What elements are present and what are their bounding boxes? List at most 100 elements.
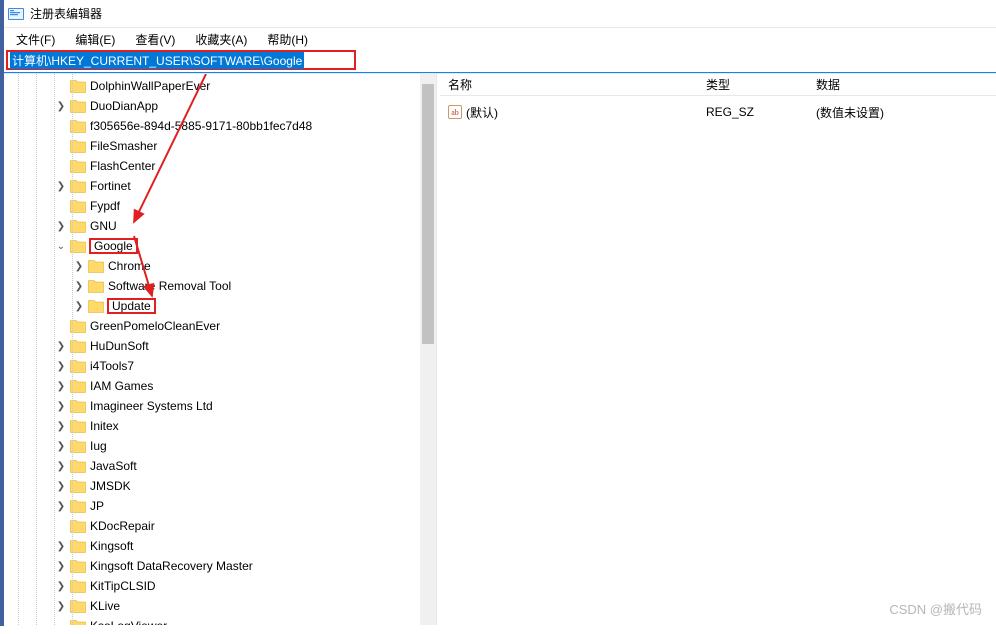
tree-item-label[interactable]: Iug <box>90 439 107 453</box>
tree-item[interactable]: ❯ Iug <box>10 436 420 456</box>
menu-edit[interactable]: 编辑(E) <box>67 29 123 50</box>
value-row[interactable]: ab(默认)REG_SZ(数值未设置) <box>448 102 988 122</box>
tree-item-label[interactable]: Chrome <box>108 259 151 273</box>
window-title: 注册表编辑器 <box>30 5 102 22</box>
tree-item-label[interactable]: Imagineer Systems Ltd <box>90 399 213 413</box>
folder-icon <box>70 179 86 193</box>
menu-favorites[interactable]: 收藏夹(A) <box>187 29 255 50</box>
tree-item[interactable]: FileSmasher <box>10 136 420 156</box>
tree-item[interactable]: f305656e-894d-5885-9171-80bb1fec7d48 <box>10 116 420 136</box>
scrollbar-thumb[interactable] <box>422 84 434 344</box>
expand-icon[interactable]: ❯ <box>54 441 68 452</box>
tree-item-label[interactable]: Kingsoft <box>90 539 133 553</box>
tree-item-label[interactable]: KsoLogViewer <box>90 619 167 625</box>
tree-item[interactable]: ❯ JavaSoft <box>10 456 420 476</box>
expand-icon[interactable]: ❯ <box>54 341 68 352</box>
tree-item[interactable]: ❯ Imagineer Systems Ltd <box>10 396 420 416</box>
folder-icon <box>70 79 86 93</box>
tree-item[interactable]: ❯ JMSDK <box>10 476 420 496</box>
tree-item-label[interactable]: KitTipCLSID <box>90 579 156 593</box>
expand-icon[interactable]: ❯ <box>54 101 68 112</box>
value-data: (数值未设置) <box>816 104 988 121</box>
expand-icon[interactable]: ❯ <box>72 301 86 312</box>
collapse-icon[interactable]: ⌄ <box>54 241 68 252</box>
expand-icon[interactable]: ❯ <box>54 581 68 592</box>
tree-item-label[interactable]: Initex <box>90 419 119 433</box>
tree-item-label[interactable]: FlashCenter <box>90 159 155 173</box>
tree-item-label[interactable]: DuoDianApp <box>90 99 158 113</box>
tree-item[interactable]: ❯ KLive <box>10 596 420 616</box>
expand-icon[interactable]: ❯ <box>54 601 68 612</box>
tree-item[interactable]: ❯ Chrome <box>10 256 420 276</box>
menu-view[interactable]: 查看(V) <box>127 29 183 50</box>
expand-icon[interactable]: ❯ <box>72 281 86 292</box>
column-name-header[interactable]: 名称 <box>448 76 706 93</box>
tree-item[interactable]: ❯ HuDunSoft <box>10 336 420 356</box>
expand-icon[interactable]: ❯ <box>54 481 68 492</box>
addressbar-path: 计算机\HKEY_CURRENT_USER\SOFTWARE\Google <box>10 52 304 69</box>
tree-item[interactable]: ❯ Initex <box>10 416 420 436</box>
addressbar[interactable]: 计算机\HKEY_CURRENT_USER\SOFTWARE\Google <box>6 50 356 70</box>
tree-item-label[interactable]: JP <box>90 499 104 513</box>
tree-item[interactable]: ❯ i4Tools7 <box>10 356 420 376</box>
tree-item-label[interactable]: Fypdf <box>90 199 120 213</box>
tree-item-label[interactable]: Fortinet <box>90 179 131 193</box>
expand-icon[interactable]: ❯ <box>54 221 68 232</box>
tree-item[interactable]: ❯ Update <box>10 296 420 316</box>
expand-icon[interactable]: ❯ <box>54 381 68 392</box>
tree-item-label[interactable]: FileSmasher <box>90 139 157 153</box>
folder-icon <box>70 439 86 453</box>
tree-item-label[interactable]: GNU <box>90 219 117 233</box>
tree-item-label[interactable]: KDocRepair <box>90 519 155 533</box>
tree-item[interactable]: ❯ GNU <box>10 216 420 236</box>
tree-item[interactable]: DolphinWallPaperEver <box>10 76 420 96</box>
tree-item-label[interactable]: f305656e-894d-5885-9171-80bb1fec7d48 <box>90 119 312 133</box>
tree-item-label[interactable]: Software Removal Tool <box>108 279 231 293</box>
expand-icon[interactable]: ❯ <box>54 401 68 412</box>
registry-tree[interactable]: DolphinWallPaperEver ❯ DuoDianApp f305656e-… <box>4 74 420 625</box>
tree-item-label[interactable]: JMSDK <box>90 479 131 493</box>
folder-icon <box>70 319 86 333</box>
tree-item[interactable]: ❯ Kingsoft DataRecovery Master <box>10 556 420 576</box>
column-type-header[interactable]: 类型 <box>706 76 816 93</box>
tree-item[interactable]: ❯ JP <box>10 496 420 516</box>
tree-item[interactable]: ❯ Kingsoft <box>10 536 420 556</box>
folder-icon <box>88 259 104 273</box>
expand-icon[interactable]: ❯ <box>72 261 86 272</box>
tree-item[interactable]: ⌄ Google <box>10 236 420 256</box>
menu-file[interactable]: 文件(F) <box>8 29 63 50</box>
tree-item-label[interactable]: JavaSoft <box>90 459 137 473</box>
tree-item[interactable]: ❯ IAM Games <box>10 376 420 396</box>
tree-item-label[interactable]: KLive <box>90 599 120 613</box>
expand-icon[interactable]: ❯ <box>54 361 68 372</box>
tree-item[interactable]: FlashCenter <box>10 156 420 176</box>
tree-item[interactable]: GreenPomeloCleanEver <box>10 316 420 336</box>
tree-item[interactable]: ❯ Fortinet <box>10 176 420 196</box>
tree-item-label[interactable]: Kingsoft DataRecovery Master <box>90 559 253 573</box>
tree-item[interactable]: ❯ DuoDianApp <box>10 96 420 116</box>
folder-icon <box>70 419 86 433</box>
tree-scrollbar[interactable] <box>420 74 436 625</box>
tree-item[interactable]: KsoLogViewer <box>10 616 420 625</box>
expand-icon[interactable]: ❯ <box>54 561 68 572</box>
tree-item[interactable]: ❯ Software Removal Tool <box>10 276 420 296</box>
column-data-header[interactable]: 数据 <box>816 76 988 93</box>
expand-icon[interactable]: ❯ <box>54 181 68 192</box>
menu-help[interactable]: 帮助(H) <box>259 29 316 50</box>
tree-item-label[interactable]: Update <box>108 299 155 313</box>
expand-icon[interactable]: ❯ <box>54 541 68 552</box>
values-list[interactable]: ab(默认)REG_SZ(数值未设置) <box>440 96 996 625</box>
expand-icon[interactable]: ❯ <box>54 461 68 472</box>
expand-icon[interactable]: ❯ <box>54 421 68 432</box>
tree-item-label[interactable]: HuDunSoft <box>90 339 149 353</box>
tree-item-label[interactable]: IAM Games <box>90 379 153 393</box>
tree-item-label[interactable]: GreenPomeloCleanEver <box>90 319 220 333</box>
tree-item[interactable]: ❯ KitTipCLSID <box>10 576 420 596</box>
tree-item-label[interactable]: DolphinWallPaperEver <box>90 79 210 93</box>
tree-item-label[interactable]: Google <box>90 239 137 253</box>
svg-text:ab: ab <box>451 108 459 117</box>
tree-item[interactable]: KDocRepair <box>10 516 420 536</box>
expand-icon[interactable]: ❯ <box>54 501 68 512</box>
tree-item[interactable]: Fypdf <box>10 196 420 216</box>
tree-item-label[interactable]: i4Tools7 <box>90 359 134 373</box>
